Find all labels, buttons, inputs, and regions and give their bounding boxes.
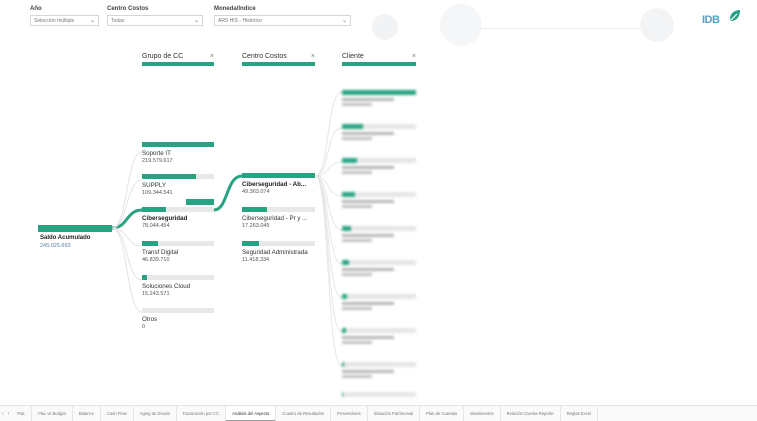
node-value: 17.263.045 <box>242 223 270 229</box>
tree-node-ciberseguridad-pr[interactable]: Ciberseguridad - Pr y ... 17.263.045 <box>242 207 315 229</box>
root-node-label: Saldo Acumulado <box>40 235 91 241</box>
tree-node-soluciones-cloud[interactable]: Soluciones Cloud 15.243.571 <box>142 275 214 297</box>
node-label: SUPPLY <box>142 182 166 189</box>
node-bar-fill <box>142 207 167 212</box>
client-node-blurred[interactable] <box>342 158 416 174</box>
tree-node-ciberseguridad-ab[interactable]: Ciberseguridad - Ab... 49.363.074 <box>242 173 315 195</box>
close-icon[interactable]: × <box>412 53 416 60</box>
node-bar-fill <box>142 174 196 179</box>
node-value: 15.243.571 <box>142 291 170 297</box>
tab-cash-flow[interactable]: Cash Flow <box>101 405 134 421</box>
header-underline <box>242 62 315 66</box>
node-bar-track <box>242 173 315 178</box>
tab-movimientos[interactable]: Movimientos <box>464 405 501 421</box>
header-underline <box>342 62 416 66</box>
client-node-blurred[interactable] <box>342 294 416 310</box>
header-label: Centro Costos <box>242 53 287 60</box>
tree-node-supply[interactable]: SUPPLY 109.344.541 <box>142 174 214 196</box>
node-bar-track <box>142 207 214 212</box>
tab-relacion-cuenta[interactable]: Relación Cuenta Reporte <box>501 405 561 421</box>
node-bar-track <box>142 174 214 179</box>
tab-cuadro-resultados[interactable]: Cuadro de Resultados <box>276 405 332 421</box>
tree-node-ciberseguridad[interactable]: Ciberseguridad 78.044.454 <box>142 207 214 229</box>
header-label: Cliente <box>342 53 364 60</box>
close-icon[interactable]: × <box>311 53 315 60</box>
client-node-blurred[interactable] <box>342 328 416 344</box>
client-node-blurred[interactable] <box>342 192 416 208</box>
tab-situacion-patrimonial[interactable]: Situación Patrimonial <box>368 405 421 421</box>
tab-analisis[interactable]: Análisis del Aspecto <box>226 405 277 421</box>
drill-down-button[interactable] <box>186 199 214 205</box>
node-bar-fill <box>142 142 214 147</box>
tree-node-otros[interactable]: Otros 0 <box>142 308 214 330</box>
client-node-blurred[interactable] <box>342 260 416 276</box>
tab-proveedores[interactable]: Proveedores <box>331 405 368 421</box>
tab-pnl[interactable]: P&L <box>11 405 33 421</box>
client-node-blurred[interactable] <box>342 124 416 140</box>
node-bar-track <box>142 275 214 280</box>
root-node-bar[interactable] <box>38 225 112 232</box>
tab-facturacion[interactable]: Facturación por CC <box>177 405 227 421</box>
tab-balance[interactable]: Balance <box>73 405 101 421</box>
client-node-blurred[interactable] <box>342 226 416 242</box>
tab-pnl-vs-budget[interactable]: P&L vs Budget <box>32 405 73 421</box>
node-label: Soluciones Cloud <box>142 283 191 290</box>
root-node-value: 245.025.693 <box>40 243 71 249</box>
tab-reglas-excel[interactable]: Reglas Excel <box>561 405 599 421</box>
node-bar-track <box>242 241 315 246</box>
node-bar-track <box>142 308 214 313</box>
header-underline <box>142 62 214 66</box>
node-bar-fill <box>142 275 148 280</box>
header-centro-costos[interactable]: Centro Costos × <box>242 53 315 66</box>
node-label: Ciberseguridad - Ab... <box>242 181 307 188</box>
node-label: Ciberseguridad <box>142 215 188 222</box>
node-label: Soporte IT <box>142 150 171 157</box>
tab-plan-cuentas[interactable]: Plan de Cuentas <box>420 405 465 421</box>
node-bar-fill <box>242 207 267 212</box>
node-value: 78.044.454 <box>142 223 170 229</box>
node-bar-fill <box>242 241 259 246</box>
header-cliente[interactable]: Cliente × <box>342 53 416 66</box>
client-node-blurred[interactable] <box>342 90 416 106</box>
page-tab-bar: ‹ › P&L P&L vs Budget Balance Cash Flow … <box>0 405 757 421</box>
node-bar-track <box>142 241 214 246</box>
tree-node-seguridad-administrada[interactable]: Seguridad Administrada 11.418.334 <box>242 241 315 263</box>
node-label: Transf Digital <box>142 249 179 256</box>
tree-node-transf-digital[interactable]: Transf Digital 46.839.710 <box>142 241 214 263</box>
node-label: Ciberseguridad - Pr y ... <box>242 215 308 222</box>
node-value: 219.579.617 <box>142 158 173 164</box>
node-value: 49.363.074 <box>242 189 270 195</box>
close-icon[interactable]: × <box>210 53 214 60</box>
header-grupo-cc[interactable]: Grupo de CC × <box>142 53 214 66</box>
tab-aging[interactable]: Aging de Deuda <box>134 405 177 421</box>
node-bar-track <box>142 142 214 147</box>
node-value: 46.839.710 <box>142 257 170 263</box>
node-value: 0 <box>142 324 146 330</box>
header-label: Grupo de CC <box>142 53 184 60</box>
client-node-blurred[interactable] <box>342 362 416 378</box>
node-bar-fill <box>242 173 315 178</box>
node-bar-track <box>242 207 315 212</box>
client-node-blurred[interactable] <box>342 392 416 397</box>
node-label: Otros <box>142 316 158 323</box>
node-value: 11.418.334 <box>242 257 270 263</box>
node-value: 109.344.541 <box>142 190 173 196</box>
node-bar-fill <box>142 241 158 246</box>
tree-node-soporte-it[interactable]: Soporte IT 219.579.617 <box>142 142 214 164</box>
node-label: Seguridad Administrada <box>242 249 308 256</box>
